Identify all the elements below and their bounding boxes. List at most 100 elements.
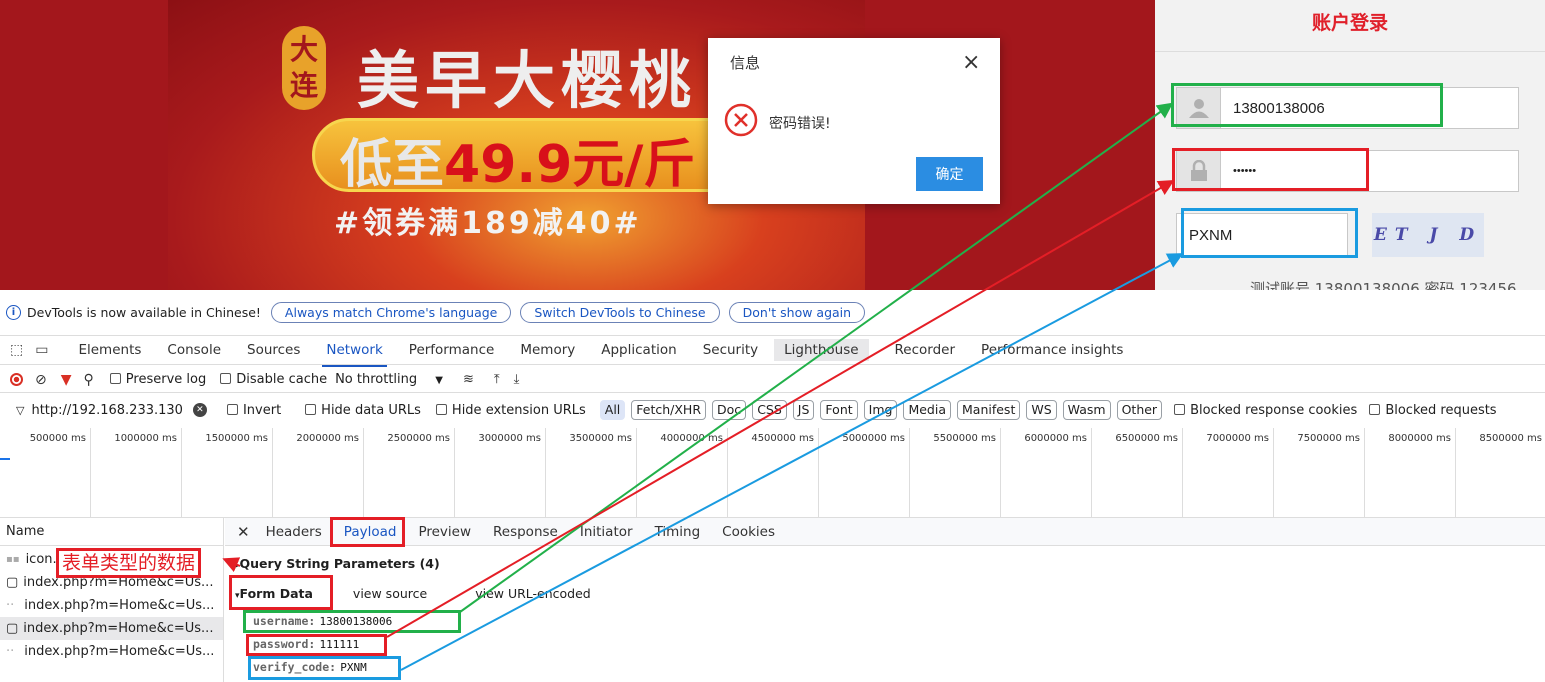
tab-headers[interactable]: Headers	[266, 524, 322, 540]
field-value: 111111	[319, 638, 360, 651]
tab-lighthouse[interactable]: Lighthouse	[774, 339, 869, 361]
checkbox-icon	[226, 403, 238, 415]
clear-icon[interactable]: ⊘	[35, 372, 47, 388]
switch-language-button[interactable]: Switch DevTools to Chinese	[520, 301, 720, 323]
tab-cookies[interactable]: Cookies	[722, 524, 775, 540]
tab-response[interactable]: Response	[493, 524, 558, 540]
always-match-language-button[interactable]: Always match Chrome's language	[270, 301, 512, 323]
name-column-header[interactable]: Name	[0, 518, 223, 546]
request-name: index.php?m=Home&c=Us...	[23, 621, 214, 636]
hide-extension-urls-checkbox[interactable]: Hide extension URLs	[435, 403, 586, 418]
blocked-requests-label: Blocked requests	[1385, 402, 1497, 418]
timeline-tick: 500000 ms	[0, 428, 91, 518]
field-value: 13800138006	[319, 615, 393, 628]
type-filter-other[interactable]: Other	[1116, 400, 1163, 420]
upload-icon[interactable]: ⤒	[494, 372, 500, 387]
document-icon: ▢	[6, 621, 19, 636]
captcha-input[interactable]: PXNM	[1176, 213, 1348, 257]
view-url-encoded-link[interactable]: view URL-encoded	[475, 586, 591, 601]
lock-icon	[1177, 151, 1221, 191]
close-icon[interactable]: ×	[962, 50, 980, 75]
timeline-tick: 4000000 ms	[637, 428, 728, 518]
tab-sources[interactable]: Sources	[247, 342, 300, 358]
field-key: verify_code:	[253, 660, 337, 674]
tab-performance-insights[interactable]: Performance insights	[981, 342, 1123, 358]
annotation-label: 表单类型的数据	[56, 548, 202, 578]
tab-payload[interactable]: Payload	[344, 524, 397, 540]
tab-initiator[interactable]: Initiator	[580, 524, 633, 540]
timeline-tick: 2000000 ms	[273, 428, 364, 518]
tab-console[interactable]: Console	[167, 342, 221, 358]
type-filter-fetch-xhr[interactable]: Fetch/XHR	[631, 400, 707, 420]
preserve-log-checkbox[interactable]: Preserve log	[109, 372, 206, 387]
blocked-cookies-checkbox[interactable]: Blocked response cookies	[1174, 403, 1357, 418]
timeline-tick: 8000000 ms	[1365, 428, 1456, 518]
page-background-left	[0, 0, 168, 290]
username-field[interactable]: 13800138006	[1176, 87, 1519, 129]
chevron-down-icon: ▼	[435, 375, 443, 386]
invert-checkbox[interactable]: Invert	[226, 403, 281, 418]
type-filter-font[interactable]: Font	[820, 400, 858, 420]
dont-show-again-button[interactable]: Don't show again	[728, 301, 866, 323]
tab-performance[interactable]: Performance	[409, 342, 495, 358]
hide-data-urls-checkbox[interactable]: Hide data URLs	[305, 403, 421, 418]
xhr-icon: ··	[6, 644, 15, 659]
username-value: 13800138006	[1233, 99, 1325, 117]
type-filter-media[interactable]: Media	[903, 400, 951, 420]
tab-preview[interactable]: Preview	[418, 524, 471, 540]
type-filter-css[interactable]: CSS	[752, 400, 787, 420]
form-field-row: verify_code: PXNM	[253, 660, 367, 675]
ok-button[interactable]: 确定	[916, 157, 983, 191]
device-toolbar-icon[interactable]: ▭	[35, 342, 48, 358]
network-conditions-icon[interactable]: ≋	[463, 372, 474, 387]
captcha-image[interactable]: ET J D	[1372, 213, 1484, 257]
type-filter-doc[interactable]: Doc	[712, 400, 747, 420]
disable-cache-label: Disable cache	[236, 372, 328, 387]
inspect-element-icon[interactable]: ⬚	[10, 342, 23, 358]
tab-security[interactable]: Security	[703, 342, 758, 358]
tab-application[interactable]: Application	[601, 342, 676, 358]
type-filter-all[interactable]: All	[599, 400, 626, 420]
tab-recorder[interactable]: Recorder	[895, 342, 956, 358]
type-filter-img[interactable]: Img	[863, 400, 898, 420]
throttling-select[interactable]: No throttling ▼	[335, 372, 443, 387]
type-filter-manifest[interactable]: Manifest	[957, 400, 1021, 420]
timeline-tick: 1500000 ms	[182, 428, 273, 518]
query-string-section[interactable]: ▸Query String Parameters (4)	[235, 556, 440, 571]
download-icon[interactable]: ⤓	[514, 372, 520, 387]
test-account-hint: 测试账号 13800138006 密码 123456	[1250, 280, 1517, 290]
disable-cache-checkbox[interactable]: Disable cache	[220, 372, 327, 387]
tab-timing[interactable]: Timing	[655, 524, 701, 540]
checkbox-icon	[220, 373, 232, 384]
banner-badge: 大 连	[282, 26, 326, 110]
price-value: 49.9元/斤	[444, 135, 696, 195]
timeline-tick: 3500000 ms	[546, 428, 637, 518]
filter-icon[interactable]: ▼	[61, 372, 72, 388]
filter-input[interactable]: http://192.168.233.130	[31, 403, 182, 418]
timeline-overview[interactable]: 500000 ms 1000000 ms 1500000 ms 2000000 ms 2…	[0, 428, 1545, 518]
banner-title: 美早大樱桃	[357, 44, 698, 117]
password-field[interactable]: ••••••	[1176, 150, 1519, 192]
view-source-link[interactable]: view source	[353, 586, 427, 601]
blocked-requests-checkbox[interactable]: Blocked requests	[1369, 402, 1497, 418]
request-row[interactable]: ·· index.php?m=Home&c=Us...	[0, 640, 223, 663]
type-filter-ws[interactable]: WS	[1026, 400, 1057, 420]
form-data-toggle[interactable]: ▾Form Data	[235, 586, 313, 601]
close-icon[interactable]: ✕	[237, 523, 250, 541]
tab-elements[interactable]: Elements	[78, 342, 141, 358]
throttling-value: No throttling	[335, 372, 418, 387]
devtools-tabbar: ⬚ ▭ Elements Console Sources Network Per…	[0, 335, 1545, 367]
hide-data-urls-label: Hide data URLs	[321, 402, 421, 418]
tab-memory[interactable]: Memory	[520, 342, 575, 358]
tab-network[interactable]: Network	[322, 342, 388, 367]
record-icon[interactable]	[10, 373, 23, 386]
search-icon[interactable]: ⚲	[84, 372, 94, 388]
clear-filter-icon[interactable]: ✕	[192, 403, 207, 417]
login-title: 账户登录	[1311, 12, 1388, 34]
request-row[interactable]: ▢ index.php?m=Home&c=Us...	[0, 617, 223, 640]
request-row[interactable]: ·· index.php?m=Home&c=Us...	[0, 594, 223, 617]
type-filter-wasm[interactable]: Wasm	[1062, 400, 1111, 420]
form-data-label: Form Data	[239, 586, 313, 601]
timeline-tick: 5000000 ms	[819, 428, 910, 518]
type-filter-js[interactable]: JS	[792, 400, 815, 420]
